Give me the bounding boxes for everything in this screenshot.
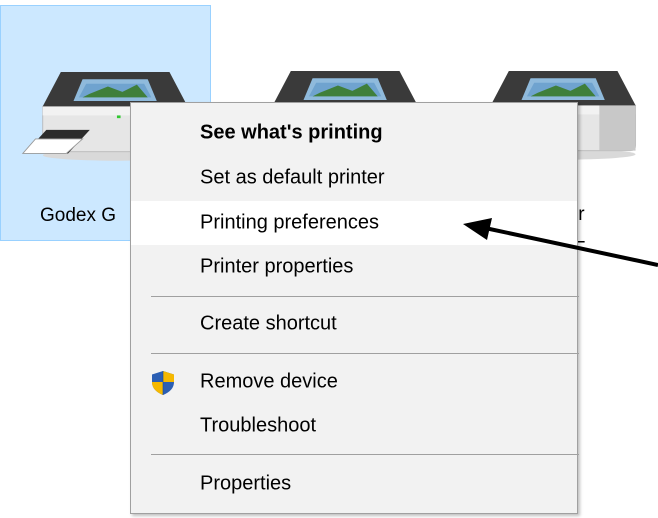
menu-item-label: See what's printing [200, 121, 383, 144]
menu-item-set-default-printer[interactable]: Set as default printer [131, 156, 577, 200]
menu-item-properties[interactable]: Properties [131, 462, 577, 506]
menu-item-label: Create shortcut [200, 312, 337, 335]
menu-item-printing-preferences[interactable]: Printing preferences [131, 201, 577, 245]
menu-item-label: Troubleshoot [200, 414, 316, 437]
uac-shield-icon [152, 371, 174, 395]
menu-item-label: Printing preferences [200, 211, 379, 234]
menu-item-label: Properties [200, 472, 292, 495]
menu-item-label: Set as default printer [200, 166, 385, 189]
menu-item-create-shortcut[interactable]: Create shortcut [131, 302, 577, 346]
menu-separator [151, 454, 579, 455]
menu-item-printer-properties[interactable]: Printer properties [131, 245, 577, 289]
menu-item-label: Remove device [200, 370, 338, 393]
menu-item-see-whats-printing[interactable]: See what's printing [131, 111, 577, 155]
menu-separator [151, 296, 579, 297]
context-menu: See what's printing Set as default print… [130, 102, 579, 514]
menu-item-remove-device[interactable]: Remove device [131, 360, 577, 404]
menu-item-troubleshoot[interactable]: Troubleshoot [131, 404, 577, 448]
menu-separator [151, 353, 579, 354]
menu-item-label: Printer properties [200, 255, 354, 278]
